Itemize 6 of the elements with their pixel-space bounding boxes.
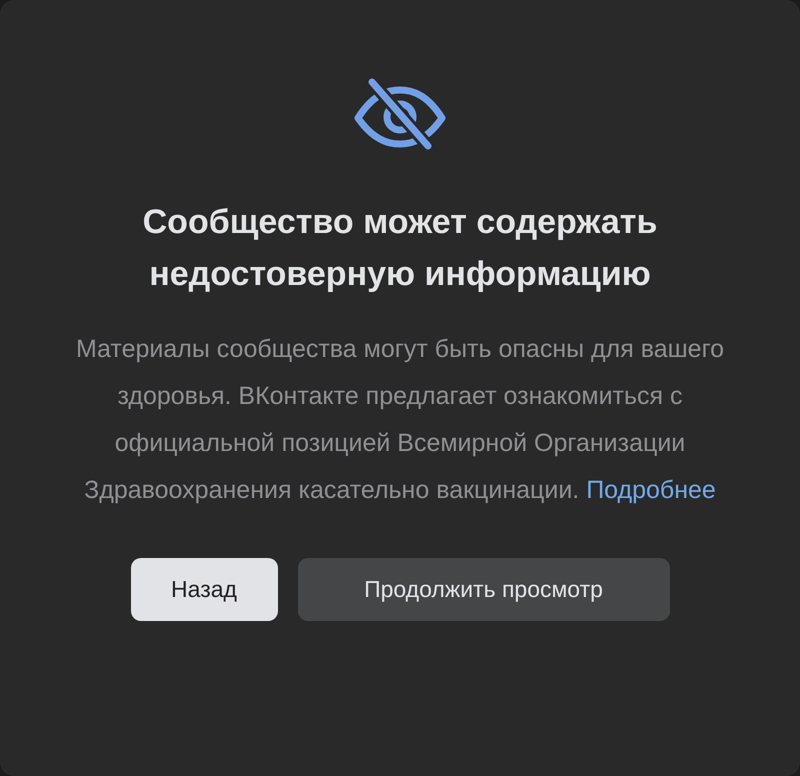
back-button[interactable]: Назад (130, 558, 278, 621)
dialog-title: Сообщество может содержать недостоверную информацию (142, 202, 658, 295)
continue-button[interactable]: Продолжить просмотр (298, 558, 670, 621)
more-link[interactable]: Подробнее (586, 476, 716, 504)
hidden-eye-icon (352, 78, 448, 150)
dialog-description: Материалы сообщества могут быть опасны для вашего здоровья. ВКонтакте предлагает ознакомиться с официальной позицией Всемирной Организации Здравоохранения касательно вакцинации. Подробнее (74, 334, 726, 506)
